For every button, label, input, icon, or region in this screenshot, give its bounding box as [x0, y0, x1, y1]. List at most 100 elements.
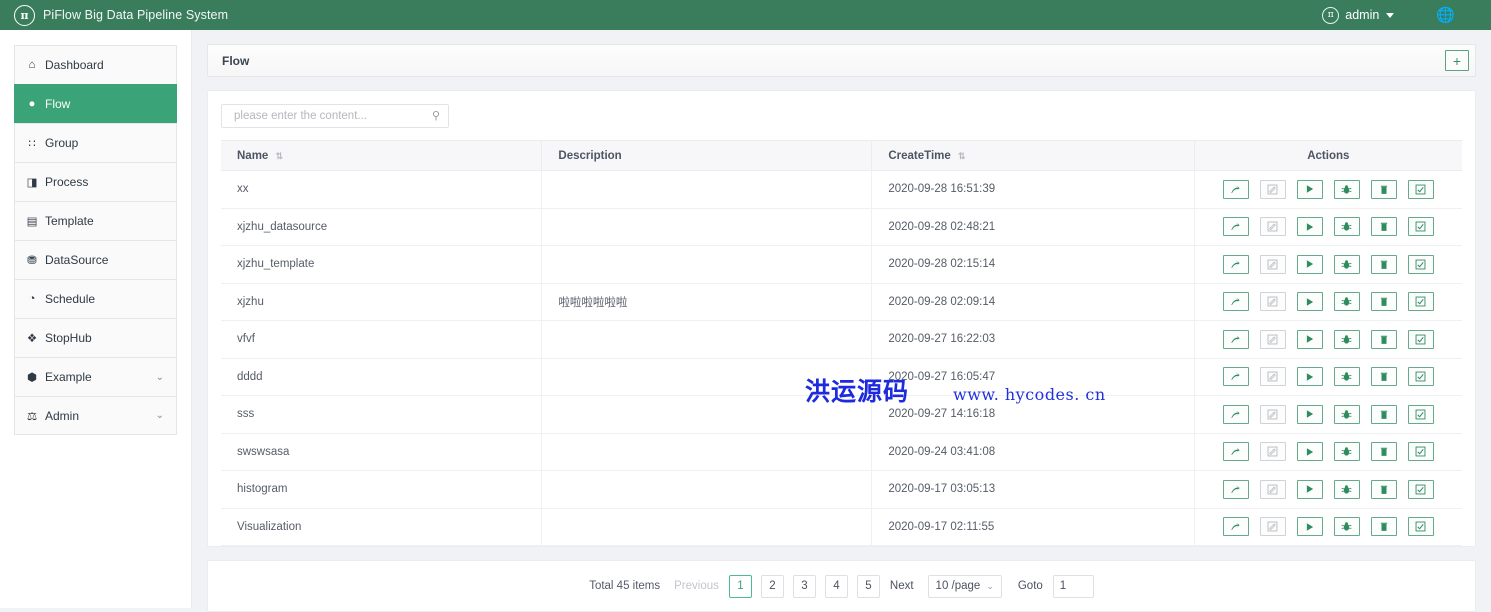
checklist-button[interactable]	[1407, 329, 1434, 349]
delete-button[interactable]	[1370, 292, 1397, 312]
delete-button[interactable]	[1370, 479, 1397, 499]
run-button[interactable]	[1296, 517, 1323, 537]
sidebar-item-schedule[interactable]: ◔ Schedule	[14, 279, 177, 318]
edit-square-icon	[1267, 409, 1278, 420]
search-input[interactable]	[232, 109, 432, 123]
page-size-select[interactable]: 10 /page ⌄	[927, 574, 1002, 598]
debug-button[interactable]	[1333, 179, 1360, 199]
action-button-group	[1195, 329, 1462, 349]
share-button[interactable]	[1222, 217, 1249, 237]
search-box[interactable]: ⚲	[221, 104, 449, 128]
run-button[interactable]	[1296, 479, 1323, 499]
cell-actions	[1194, 283, 1462, 321]
checklist-button[interactable]	[1407, 404, 1434, 424]
sidebar-item-template[interactable]: ▤ Template	[14, 201, 177, 240]
delete-button[interactable]	[1370, 254, 1397, 274]
admin-icon: ⚖	[26, 410, 38, 423]
play-icon	[1305, 259, 1315, 269]
sidebar-item-label: DataSource	[45, 253, 109, 267]
pagination-page-5[interactable]: 5	[856, 574, 880, 598]
run-button[interactable]	[1296, 179, 1323, 199]
checklist-button[interactable]	[1407, 292, 1434, 312]
cell-create-time: 2020-09-28 02:15:14	[871, 245, 1195, 284]
action-button-group	[1195, 517, 1462, 537]
delete-button[interactable]	[1370, 217, 1397, 237]
share-button[interactable]	[1222, 517, 1249, 537]
debug-button[interactable]	[1333, 329, 1360, 349]
share-button[interactable]	[1222, 292, 1249, 312]
play-icon	[1305, 447, 1315, 457]
run-button[interactable]	[1296, 367, 1323, 387]
add-flow-button[interactable]: +	[1445, 50, 1469, 71]
chevron-down-icon[interactable]: ⌄	[156, 372, 164, 383]
share-button[interactable]	[1222, 329, 1249, 349]
run-button[interactable]	[1296, 217, 1323, 237]
flow-table-card: ⚲ Name ⇅ Description CreateTime ⇅	[207, 90, 1476, 547]
checklist-button[interactable]	[1407, 254, 1434, 274]
sidebar-item-flow[interactable]: ● Flow	[14, 84, 177, 123]
pagination-next-button[interactable]: Next	[890, 580, 914, 592]
delete-button[interactable]	[1370, 404, 1397, 424]
sidebar-item-admin[interactable]: ⚖ Admin ⌄	[14, 396, 177, 435]
debug-button[interactable]	[1333, 217, 1360, 237]
share-button[interactable]	[1222, 254, 1249, 274]
sort-toggle-icon[interactable]: ⇅	[958, 151, 966, 161]
pagination-page-2[interactable]: 2	[760, 574, 784, 598]
pagination-page-1[interactable]: 1	[728, 574, 752, 598]
share-button[interactable]	[1222, 404, 1249, 424]
checklist-button[interactable]	[1407, 179, 1434, 199]
chevron-down-icon[interactable]: ⌄	[156, 410, 164, 421]
checklist-button[interactable]	[1407, 217, 1434, 237]
checklist-button[interactable]	[1407, 479, 1434, 499]
sidebar-item-datasource[interactable]: ⛃ DataSource	[14, 240, 177, 279]
debug-button[interactable]	[1333, 517, 1360, 537]
delete-button[interactable]	[1370, 179, 1397, 199]
share-button[interactable]	[1222, 442, 1249, 462]
edit-button	[1259, 404, 1286, 424]
pagination-page-4[interactable]: 4	[824, 574, 848, 598]
delete-button[interactable]	[1370, 329, 1397, 349]
cell-name: xjzhu_datasource	[221, 208, 543, 246]
app-title: PiFlow Big Data Pipeline System	[43, 8, 229, 22]
delete-button[interactable]	[1370, 367, 1397, 387]
pagination-page-3[interactable]: 3	[792, 574, 816, 598]
run-button[interactable]	[1296, 254, 1323, 274]
language-globe-icon[interactable]: 🌐	[1436, 8, 1455, 23]
debug-button[interactable]	[1333, 254, 1360, 274]
share-arrow-icon	[1230, 221, 1241, 232]
share-button[interactable]	[1222, 179, 1249, 199]
debug-button[interactable]	[1333, 292, 1360, 312]
edit-square-icon	[1267, 259, 1278, 270]
share-button[interactable]	[1222, 367, 1249, 387]
delete-button[interactable]	[1370, 442, 1397, 462]
sidebar-item-dashboard[interactable]: ⌂ Dashboard	[14, 45, 177, 84]
sort-toggle-icon[interactable]: ⇅	[276, 151, 284, 161]
run-button[interactable]	[1296, 292, 1323, 312]
user-menu[interactable]: π admin	[1322, 6, 1395, 24]
sidebar-item-stophub[interactable]: ❖ StopHub	[14, 318, 177, 357]
debug-button[interactable]	[1333, 367, 1360, 387]
search-icon[interactable]: ⚲	[432, 110, 440, 122]
delete-button[interactable]	[1370, 517, 1397, 537]
debug-button[interactable]	[1333, 404, 1360, 424]
edit-square-icon	[1267, 484, 1278, 495]
debug-button[interactable]	[1333, 442, 1360, 462]
column-header-name[interactable]: Name ⇅	[221, 140, 543, 171]
column-header-createtime[interactable]: CreateTime ⇅	[871, 140, 1195, 171]
sidebar-item-example[interactable]: ⬢ Example ⌄	[14, 357, 177, 396]
checklist-button[interactable]	[1407, 442, 1434, 462]
sidebar-item-label: Admin	[45, 408, 80, 423]
user-name-label: admin	[1345, 8, 1380, 22]
debug-button[interactable]	[1333, 479, 1360, 499]
checklist-button[interactable]	[1407, 367, 1434, 387]
sidebar-item-group[interactable]: ∷ Group	[14, 123, 177, 162]
run-button[interactable]	[1296, 442, 1323, 462]
run-button[interactable]	[1296, 329, 1323, 349]
checklist-button[interactable]	[1407, 517, 1434, 537]
run-button[interactable]	[1296, 404, 1323, 424]
pagination-previous-button[interactable]: Previous	[674, 580, 719, 592]
goto-page-input[interactable]	[1052, 574, 1094, 598]
sidebar-item-process[interactable]: ◨ Process	[14, 162, 177, 201]
share-button[interactable]	[1222, 479, 1249, 499]
edit-button	[1259, 367, 1286, 387]
